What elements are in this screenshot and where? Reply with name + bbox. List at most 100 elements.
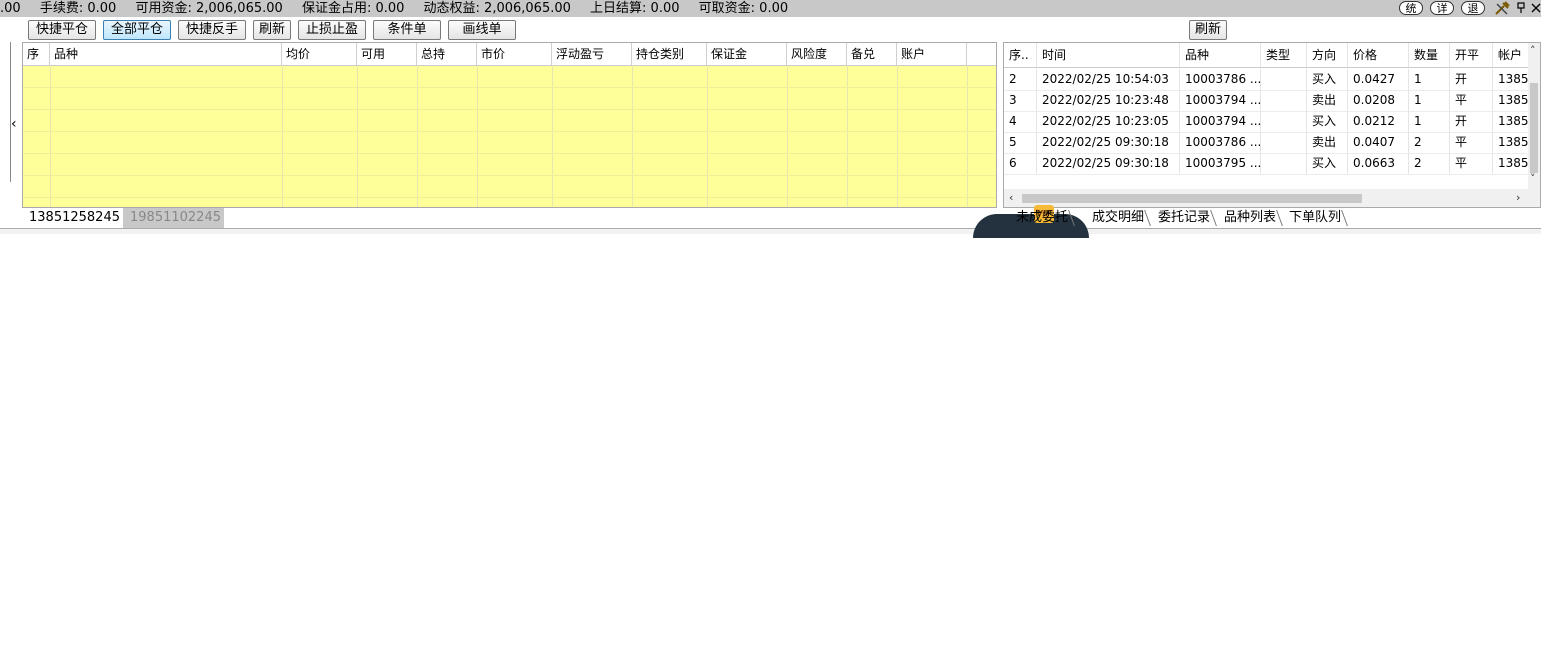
scroll-right-icon[interactable]: › [1516, 192, 1520, 204]
col-direction[interactable]: 方向 [1307, 43, 1348, 67]
vertical-scrollbar[interactable]: ˄ ˅ [1528, 43, 1540, 189]
cell-direction: 买入 [1307, 69, 1348, 90]
col-type[interactable]: 类型 [1261, 43, 1307, 67]
cell-direction: 卖出 [1307, 132, 1348, 153]
scroll-thumb[interactable] [1022, 194, 1362, 203]
cell-direction: 卖出 [1307, 90, 1348, 111]
cell-direction: 买入 [1307, 111, 1348, 132]
account-tab-1[interactable]: 13851258245 [22, 208, 123, 228]
col-available[interactable]: 可用 [357, 43, 417, 65]
trades-refresh-button[interactable]: 刷新 [1189, 20, 1227, 40]
cell-symbol: 10003786 ... [1180, 132, 1261, 153]
tab-label: 成交明细 [1092, 210, 1145, 225]
grid-line [23, 109, 996, 110]
cell-type [1261, 153, 1307, 174]
cell-type [1261, 90, 1307, 111]
col-avg-price[interactable]: 均价 [282, 43, 357, 65]
col-symbol[interactable]: 品种 [50, 43, 282, 65]
scroll-down-icon[interactable]: ˅ [1530, 173, 1536, 185]
logout-button[interactable]: 退 [1461, 1, 1485, 15]
tab-order-history[interactable]: 委托记录 [1154, 208, 1223, 228]
col-time[interactable]: 时间 [1037, 43, 1180, 67]
col-quantity[interactable]: 数量 [1409, 43, 1450, 67]
status-dynamic-equity: 动态权益: 2,006,065.00 [423, 1, 571, 16]
scroll-thumb[interactable] [1530, 83, 1538, 173]
status-prev-settlement: 上日结算: 0.00 [590, 1, 680, 16]
cell-open-close: 平 [1450, 153, 1493, 174]
cell-open-close: 开 [1450, 69, 1493, 90]
col-account[interactable]: 帐户 [1493, 43, 1529, 67]
col-symbol[interactable]: 品种 [1180, 43, 1261, 67]
positions-header: 序 品种 均价 可用 总持 市价 浮动盈亏 持仓类别 保证金 风险度 备兑 账户 [23, 43, 996, 66]
table-row[interactable]: 4 2022/02/25 10:23:05 10003794 ... 买入 0.… [1004, 111, 1529, 133]
grid-line [23, 153, 996, 154]
cell-price: 0.0663 [1348, 153, 1409, 174]
trades-header: 序.. 时间 品种 类型 方向 价格 数量 开平 帐户 [1004, 43, 1529, 68]
cell-seq: 5 [1004, 132, 1037, 153]
trade-tabs: 未成委托 成交明细 委托记录 品种列表 下单队列 [1008, 208, 1541, 228]
stop-loss-profit-button[interactable]: 止损止盈 [298, 20, 366, 40]
trade-details-table[interactable]: 序.. 时间 品种 类型 方向 价格 数量 开平 帐户 2 2022/02/25… [1003, 42, 1541, 208]
col-total[interactable]: 总持 [417, 43, 477, 65]
col-price[interactable]: 价格 [1348, 43, 1409, 67]
cell-quantity: 2 [1409, 153, 1450, 174]
status-margin-used: 保证金占用: 0.00 [301, 1, 405, 16]
horizontal-scrollbar[interactable]: ‹ › [1004, 189, 1540, 207]
table-row[interactable]: 3 2022/02/25 10:23:48 10003794 ... 卖出 0.… [1004, 90, 1529, 112]
pin-icon[interactable] [1516, 2, 1526, 14]
col-account[interactable]: 账户 [897, 43, 967, 65]
close-icon[interactable] [1531, 3, 1541, 13]
quick-reverse-button[interactable]: 快捷反手 [178, 20, 246, 40]
cell-type [1261, 132, 1307, 153]
account-tab-2[interactable]: 19851102245 [123, 208, 224, 228]
status-item-0: .00 [0, 1, 21, 16]
tab-order-queue[interactable]: 下单队列 [1285, 208, 1354, 228]
left-gutter: ‹ [0, 42, 20, 208]
col-covered[interactable]: 备兑 [847, 43, 897, 65]
scroll-up-icon[interactable]: ˄ [1530, 45, 1536, 57]
col-margin[interactable]: 保证金 [707, 43, 787, 65]
cell-type [1261, 69, 1307, 90]
close-all-button[interactable]: 全部平仓 [103, 20, 171, 40]
tab-label: 下单队列 [1289, 210, 1342, 225]
col-risk[interactable]: 风险度 [787, 43, 847, 65]
tab-symbol-list[interactable]: 品种列表 [1220, 208, 1289, 228]
col-market-price[interactable]: 市价 [477, 43, 552, 65]
quick-close-button[interactable]: 快捷平仓 [28, 20, 96, 40]
col-floating-pnl[interactable]: 浮动盈亏 [552, 43, 632, 65]
tab-trade-details[interactable]: 成交明细 [1088, 208, 1157, 228]
grid-line [23, 175, 996, 176]
scroll-left-icon[interactable]: ‹ [1009, 192, 1013, 204]
table-row[interactable]: 6 2022/02/25 09:30:18 10003795 ... 买入 0.… [1004, 153, 1529, 175]
table-row[interactable]: 2 2022/02/25 10:54:03 10003786 ... 买入 0.… [1004, 69, 1529, 91]
line-order-button[interactable]: 画线单 [448, 20, 516, 40]
grid-line [23, 87, 996, 88]
col-position-type[interactable]: 持仓类别 [632, 43, 707, 65]
cell-seq: 2 [1004, 69, 1037, 90]
cell-account: 1385 [1493, 132, 1529, 153]
tab-separator [1341, 210, 1354, 226]
cell-quantity: 2 [1409, 132, 1450, 153]
chevron-left-icon[interactable]: ‹ [11, 117, 17, 131]
details-button[interactable]: 详 [1430, 1, 1454, 15]
bottom-divider [0, 228, 1541, 234]
tab-separator [1068, 210, 1081, 226]
cell-seq: 6 [1004, 153, 1037, 174]
col-seq[interactable]: 序.. [1004, 43, 1037, 67]
cell-time: 2022/02/25 09:30:18 [1037, 132, 1180, 153]
tab-label: 未成委托 [1016, 210, 1069, 225]
tools-icon[interactable] [1494, 1, 1510, 16]
conditional-order-button[interactable]: 条件单 [373, 20, 441, 40]
positions-table[interactable]: 序 品种 均价 可用 总持 市价 浮动盈亏 持仓类别 保证金 风险度 备兑 账户 [22, 42, 997, 208]
status-available-funds: 可用资金: 2,006,065.00 [135, 1, 283, 16]
gutter-edge [0, 42, 11, 182]
col-open-close[interactable]: 开平 [1450, 43, 1493, 67]
col-seq[interactable]: 序 [23, 43, 50, 65]
refresh-button[interactable]: 刷新 [253, 20, 291, 40]
cell-symbol: 10003795 ... [1180, 153, 1261, 174]
cell-type [1261, 111, 1307, 132]
stats-button[interactable]: 统 [1399, 1, 1423, 15]
grid-line [23, 197, 996, 198]
tab-pending-orders[interactable]: 未成委托 [1012, 208, 1081, 228]
table-row[interactable]: 5 2022/02/25 09:30:18 10003786 ... 卖出 0.… [1004, 132, 1529, 154]
